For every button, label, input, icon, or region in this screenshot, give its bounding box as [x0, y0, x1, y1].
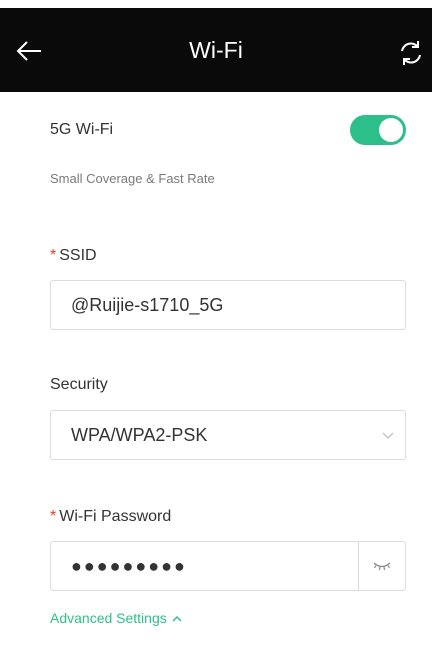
toggle-knob [379, 118, 403, 142]
ssid-input[interactable]: @Ruijie-s1710_5G [50, 280, 406, 330]
arrow-left-icon[interactable] [14, 36, 44, 66]
ssid-label: * SSID [50, 247, 97, 265]
wifi-5g-toggle[interactable] [350, 115, 406, 145]
page-title: Wi-Fi [189, 37, 243, 63]
password-label: * Wi-Fi Password [50, 508, 171, 526]
security-select[interactable]: WPA/WPA2-PSK [50, 410, 406, 460]
wifi-5g-label: 5G Wi-Fi [50, 121, 114, 138]
password-input[interactable]: ●●●●●●●●● [50, 541, 406, 591]
app-header: Wi-Fi [0, 8, 432, 92]
required-mark: * [50, 247, 57, 264]
password-visibility-toggle[interactable] [358, 542, 405, 590]
chevron-down-icon [381, 428, 395, 442]
eye-closed-icon [373, 562, 391, 571]
wifi-settings-page: Wi-Fi 5G Wi-Fi Small Coverage & Fast Rat… [0, 0, 432, 654]
required-mark: * [50, 508, 57, 525]
advanced-settings-link[interactable]: Advanced Settings [50, 610, 183, 626]
ssid-value: @Ruijie-s1710_5G [71, 295, 224, 315]
security-value: WPA/WPA2-PSK [71, 425, 208, 445]
refresh-icon[interactable] [396, 38, 426, 68]
security-label: Security [50, 376, 108, 393]
chevron-up-icon [172, 616, 182, 622]
password-label-text: Wi-Fi Password [59, 508, 172, 525]
ssid-label-text: SSID [59, 247, 97, 264]
advanced-settings-label: Advanced Settings [50, 610, 167, 626]
password-value: ●●●●●●●●● [71, 556, 187, 576]
wifi-5g-subtitle: Small Coverage & Fast Rate [50, 171, 215, 186]
